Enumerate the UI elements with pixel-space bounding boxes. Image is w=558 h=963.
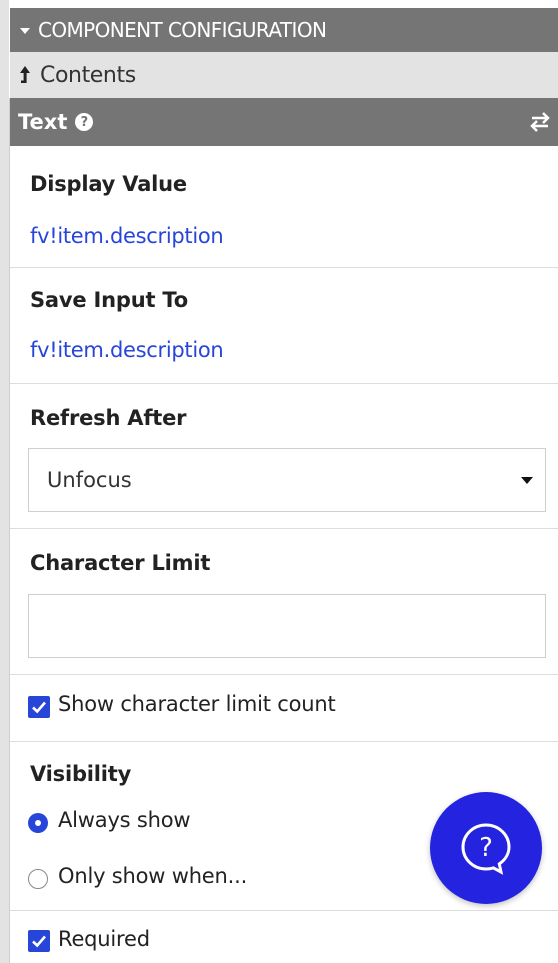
always-show-label: Always show <box>58 808 191 832</box>
top-band <box>0 0 558 8</box>
save-input-to-link[interactable]: fv!item.description <box>30 338 224 362</box>
caret-down-icon <box>20 28 30 34</box>
display-value-label: Display Value <box>30 172 187 196</box>
display-value-link[interactable]: fv!item.description <box>30 224 224 248</box>
caret-down-icon <box>521 477 533 484</box>
refresh-after-selected: Unfocus <box>47 468 132 492</box>
show-count-checkbox[interactable] <box>28 696 50 718</box>
contents-link[interactable]: Contents <box>10 52 558 98</box>
refresh-after-label: Refresh After <box>30 406 187 430</box>
help-chat-icon: ? <box>461 823 511 875</box>
component-configuration-header[interactable]: COMPONENT CONFIGURATION <box>10 8 558 52</box>
always-show-radio[interactable] <box>28 813 48 833</box>
left-strip <box>0 0 9 963</box>
component-name: Text <box>18 110 68 134</box>
question-circle-icon[interactable]: ? <box>75 113 94 131</box>
component-title-bar: Text ? <box>10 98 558 146</box>
required-label: Required <box>58 927 150 951</box>
refresh-after-section: Refresh After Unfocus <box>10 384 558 529</box>
only-show-when-radio[interactable] <box>28 869 48 889</box>
display-value-section: Display Value fv!item.description <box>10 146 558 268</box>
arrow-up-icon <box>20 66 30 83</box>
character-limit-section: Character Limit <box>10 529 558 675</box>
refresh-after-dropdown[interactable]: Unfocus <box>28 448 546 512</box>
checkmark-icon <box>32 701 46 714</box>
required-section: Required <box>10 911 558 963</box>
help-chat-button[interactable]: ? <box>430 792 542 904</box>
component-configuration-panel: COMPONENT CONFIGURATION Contents Text ? … <box>0 0 558 963</box>
save-input-to-section: Save Input To fv!item.description <box>10 268 558 384</box>
show-count-section: Show character limit count <box>10 675 558 742</box>
contents-label: Contents <box>40 62 136 88</box>
section-title: COMPONENT CONFIGURATION <box>38 18 327 42</box>
visibility-label: Visibility <box>30 762 132 786</box>
show-count-label: Show character limit count <box>58 692 336 716</box>
only-show-when-label: Only show when... <box>58 864 248 888</box>
svg-text:?: ? <box>479 833 493 863</box>
save-input-to-label: Save Input To <box>30 288 188 312</box>
character-limit-input[interactable] <box>28 594 546 658</box>
character-limit-label: Character Limit <box>30 551 211 575</box>
checkmark-icon <box>32 935 46 948</box>
required-checkbox[interactable] <box>28 930 50 952</box>
swap-icon[interactable] <box>530 110 558 134</box>
